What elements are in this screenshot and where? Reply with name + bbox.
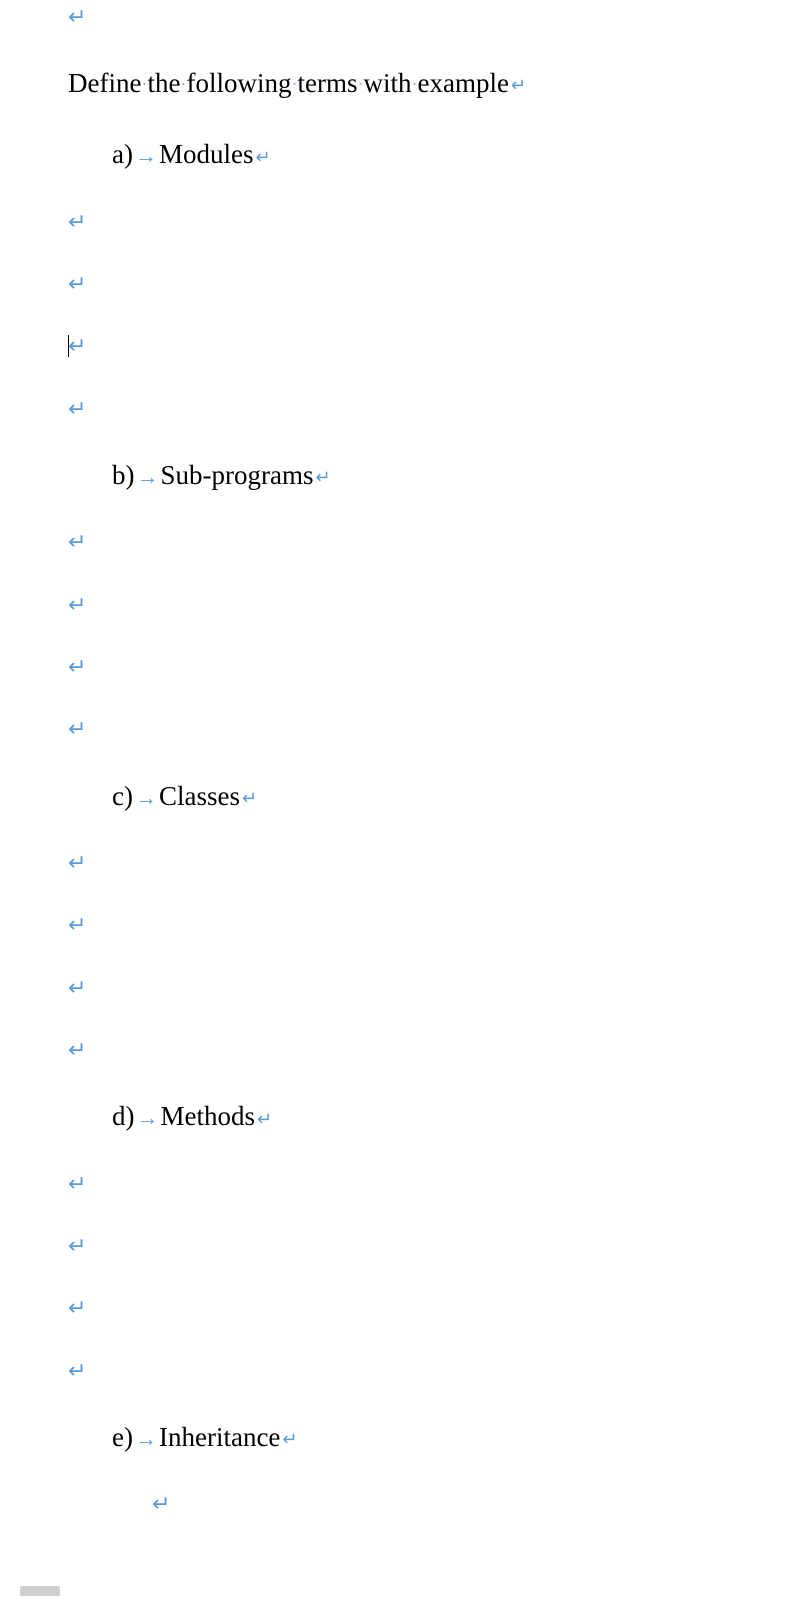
heading-word: with bbox=[363, 68, 411, 98]
heading-word: example bbox=[417, 68, 508, 98]
pilcrow-icon: ↵ bbox=[68, 271, 86, 297]
pilcrow-icon: ↵ bbox=[68, 529, 86, 555]
pilcrow-icon: ↵ bbox=[68, 209, 86, 235]
paragraph-mark-line[interactable]: ↵ bbox=[0, 209, 800, 235]
pilcrow-icon: ↵ bbox=[152, 1491, 170, 1517]
horizontal-scrollbar-thumb[interactable] bbox=[20, 1586, 60, 1596]
list-item[interactable]: d)→Methods↵ bbox=[0, 1099, 800, 1134]
paragraph-mark-line[interactable]: ↵ bbox=[0, 975, 800, 1001]
pilcrow-icon: ↵ bbox=[68, 654, 86, 680]
document-body[interactable]: ↵ Define·the·following·terms·with·exampl… bbox=[0, 4, 800, 1558]
paragraph-mark-line[interactable]: ↵ bbox=[0, 4, 800, 30]
paragraph-mark-line[interactable]: ↵ bbox=[0, 1295, 800, 1321]
heading-word: following bbox=[186, 68, 291, 98]
pilcrow-icon: ↵ bbox=[315, 466, 330, 489]
pilcrow-icon: ↵ bbox=[68, 975, 86, 1001]
list-marker: d) bbox=[112, 1101, 135, 1131]
space-dot-icon: · bbox=[411, 80, 417, 89]
list-item[interactable]: a)→Modules↵ bbox=[0, 137, 800, 172]
heading-word: Define bbox=[68, 68, 141, 98]
list-marker: b) bbox=[112, 460, 135, 490]
list-item[interactable]: e)→Inheritance↵ bbox=[0, 1420, 800, 1455]
pilcrow-icon: ↵ bbox=[68, 4, 86, 30]
list-item[interactable]: b)→Sub-programs↵ bbox=[0, 458, 800, 493]
list-label: Sub-programs bbox=[161, 460, 314, 490]
space-dot-icon: · bbox=[141, 80, 147, 89]
paragraph-mark-line[interactable]: ↵ bbox=[0, 716, 800, 742]
pilcrow-icon: ↵ bbox=[282, 1428, 297, 1451]
tab-arrow-icon: → bbox=[137, 463, 159, 492]
tab-arrow-icon: → bbox=[135, 1425, 157, 1454]
paragraph-mark-line[interactable]: ↵ bbox=[0, 271, 800, 297]
paragraph-mark-line[interactable]: ↵ bbox=[0, 1037, 800, 1063]
pilcrow-icon: ↵ bbox=[68, 396, 86, 422]
paragraph-mark-line[interactable]: ↵ bbox=[0, 592, 800, 618]
pilcrow-icon: ↵ bbox=[68, 1171, 86, 1197]
paragraph-mark-line[interactable]: ↵ bbox=[0, 1358, 800, 1384]
pilcrow-icon: ↵ bbox=[68, 592, 86, 618]
list-item[interactable]: c)→Classes↵ bbox=[0, 779, 800, 814]
list-label: Methods bbox=[161, 1101, 256, 1131]
pilcrow-icon: ↵ bbox=[68, 1295, 86, 1321]
paragraph-mark-line[interactable]: ↵ bbox=[0, 333, 800, 359]
pilcrow-icon: ↵ bbox=[242, 787, 257, 810]
list-marker: a) bbox=[112, 139, 133, 169]
paragraph-mark-line[interactable]: ↵ bbox=[0, 529, 800, 555]
horizontal-scrollbar[interactable] bbox=[20, 1586, 80, 1598]
pilcrow-icon: ↵ bbox=[68, 1358, 86, 1384]
heading-word: terms bbox=[297, 68, 357, 98]
pilcrow-icon: ↵ bbox=[68, 912, 86, 938]
space-dot-icon: · bbox=[291, 80, 297, 89]
list-marker: c) bbox=[112, 781, 133, 811]
paragraph-mark-line[interactable]: ↵ bbox=[0, 654, 800, 680]
paragraph-mark-line[interactable]: ↵ bbox=[0, 1233, 800, 1259]
pilcrow-icon: ↵ bbox=[68, 716, 86, 742]
text-cursor: ↵ bbox=[68, 333, 86, 359]
list-label: Classes bbox=[159, 781, 240, 811]
pilcrow-icon: ↵ bbox=[511, 74, 526, 97]
space-dot-icon: · bbox=[180, 80, 186, 89]
tab-arrow-icon: → bbox=[137, 1104, 159, 1133]
pilcrow-icon: ↵ bbox=[255, 146, 270, 169]
paragraph-mark-line[interactable]: ↵ bbox=[0, 850, 800, 876]
pilcrow-icon: ↵ bbox=[68, 1037, 86, 1063]
pilcrow-icon: ↵ bbox=[68, 850, 86, 876]
paragraph-mark-line[interactable]: ↵ bbox=[0, 1171, 800, 1197]
heading-line[interactable]: Define·the·following·terms·with·example↵ bbox=[0, 66, 800, 101]
paragraph-mark-line[interactable]: ↵ bbox=[0, 1491, 800, 1517]
paragraph-mark-line[interactable]: ↵ bbox=[0, 396, 800, 422]
list-label: Modules bbox=[159, 139, 254, 169]
pilcrow-icon: ↵ bbox=[68, 1233, 86, 1259]
list-label: Inheritance bbox=[159, 1422, 280, 1452]
list-marker: e) bbox=[112, 1422, 133, 1452]
tab-arrow-icon: → bbox=[135, 142, 157, 171]
heading-word: the bbox=[147, 68, 180, 98]
pilcrow-icon: ↵ bbox=[257, 1108, 272, 1131]
paragraph-mark-line[interactable]: ↵ bbox=[0, 912, 800, 938]
tab-arrow-icon: → bbox=[135, 784, 157, 813]
space-dot-icon: · bbox=[357, 80, 363, 89]
